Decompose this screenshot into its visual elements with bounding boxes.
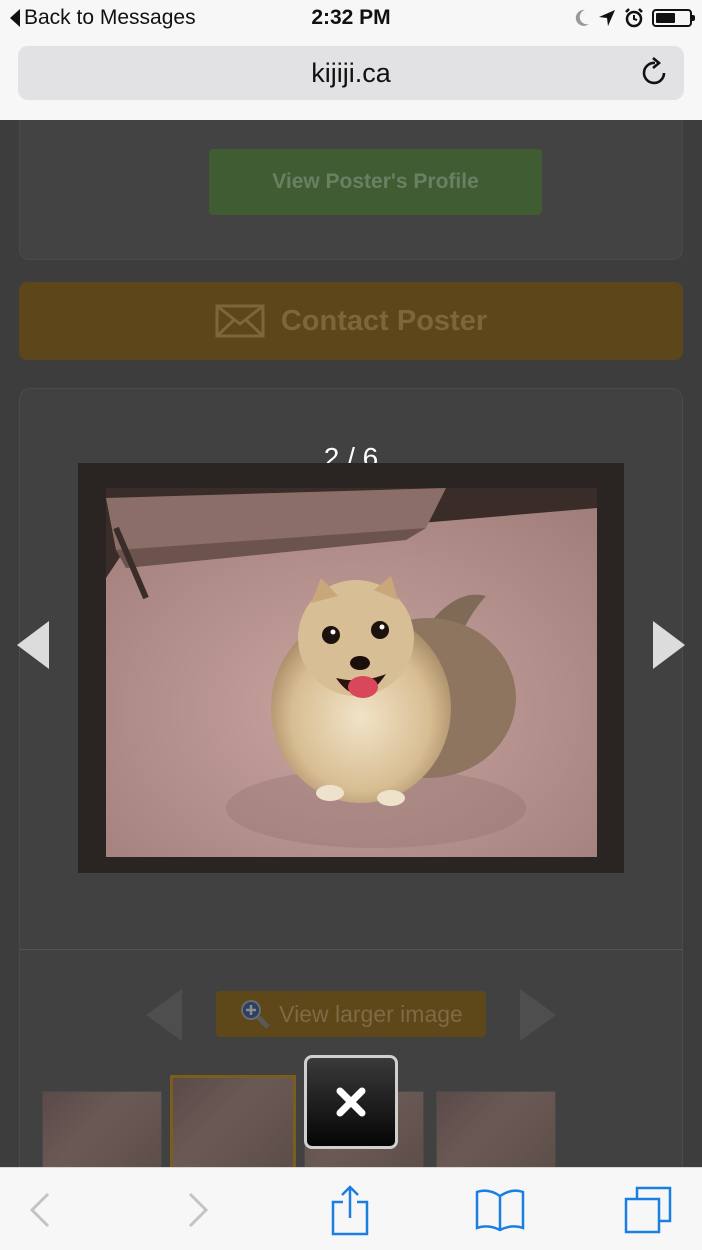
forward-button[interactable] xyxy=(170,1182,226,1238)
dog-photo-illustration xyxy=(106,488,597,857)
view-profile-button[interactable]: View Poster's Profile xyxy=(209,149,542,215)
lightbox-frame xyxy=(78,463,624,873)
envelope-icon xyxy=(215,304,265,338)
gallery-next-arrow[interactable] xyxy=(520,989,556,1041)
moon-icon xyxy=(575,9,589,26)
previous-image-arrow[interactable] xyxy=(17,621,49,669)
alarm-icon xyxy=(625,8,643,28)
url-bar[interactable]: kijiji.ca xyxy=(18,46,684,100)
zoom-icon xyxy=(241,1000,270,1029)
share-button[interactable] xyxy=(322,1182,378,1238)
status-bar: Back to Messages 2:32 PM xyxy=(0,0,702,38)
view-larger-label: View larger image xyxy=(279,1000,463,1027)
view-larger-image-button[interactable]: View larger image xyxy=(216,991,486,1037)
thumbnail-active[interactable] xyxy=(170,1075,296,1167)
browser-toolbar xyxy=(0,1167,702,1250)
chevron-right-icon xyxy=(188,1192,209,1228)
tabs-button[interactable] xyxy=(620,1182,676,1238)
contact-poster-label: Contact Poster xyxy=(280,304,488,337)
gallery-prev-arrow[interactable] xyxy=(146,989,182,1041)
bookmarks-button[interactable] xyxy=(472,1182,528,1238)
next-image-arrow[interactable] xyxy=(653,621,685,669)
divider xyxy=(20,949,682,950)
book-icon xyxy=(475,1189,525,1232)
reload-icon[interactable] xyxy=(640,56,670,88)
url-text: kijiji.ca xyxy=(311,58,391,88)
status-icons xyxy=(574,8,695,28)
browser-chrome: Back to Messages 2:32 PM kijiji.ca xyxy=(0,0,702,120)
contact-poster-button[interactable]: Contact Poster xyxy=(19,282,683,360)
back-button[interactable] xyxy=(12,1182,68,1238)
tabs-icon xyxy=(624,1186,672,1234)
thumbnail[interactable] xyxy=(436,1091,556,1167)
poster-card: View Poster's Profile xyxy=(19,120,683,260)
battery-icon xyxy=(652,9,695,27)
listing-photo xyxy=(106,488,597,857)
share-icon xyxy=(331,1185,369,1236)
close-lightbox-button[interactable] xyxy=(304,1055,398,1149)
close-icon xyxy=(336,1087,366,1117)
location-arrow-icon xyxy=(599,10,615,26)
thumbnail[interactable] xyxy=(42,1091,162,1167)
chevron-left-icon xyxy=(29,1192,50,1228)
